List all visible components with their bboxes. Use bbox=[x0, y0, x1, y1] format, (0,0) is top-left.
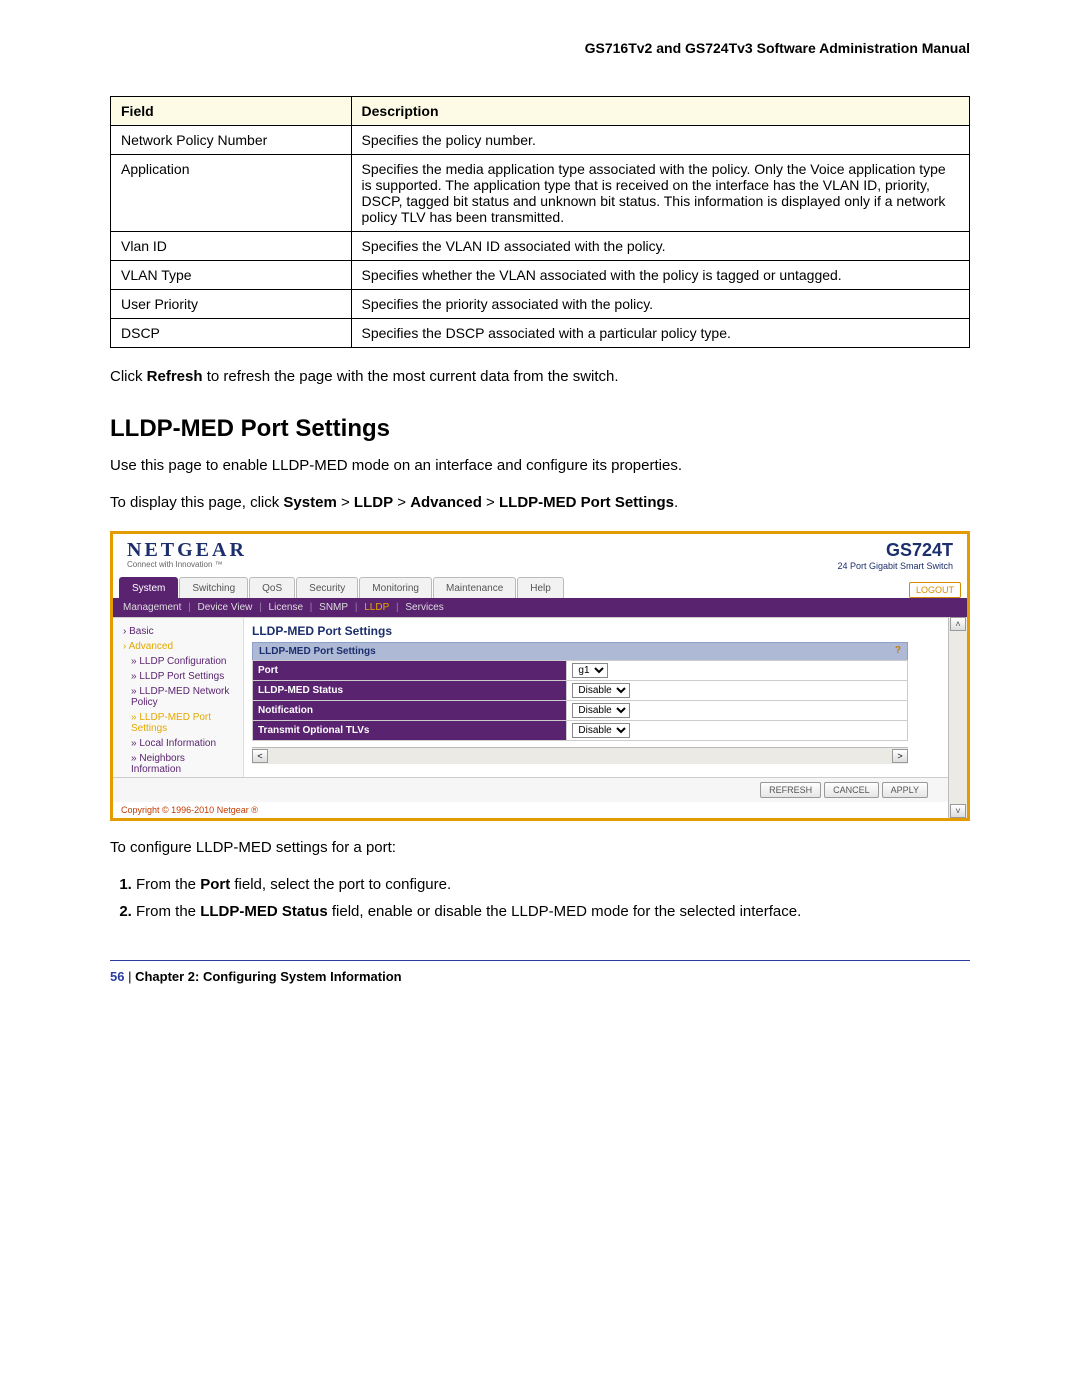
step-item: From the Port field, select the port to … bbox=[136, 876, 970, 893]
sidebar-item-advanced[interactable]: Advanced bbox=[113, 639, 243, 654]
th-field: Field bbox=[111, 97, 352, 126]
subtab-lldp[interactable]: LLDP bbox=[364, 602, 389, 613]
tab-maintenance[interactable]: Maintenance bbox=[433, 577, 516, 598]
setting-label: Notification bbox=[253, 701, 567, 721]
field-cell: User Priority bbox=[111, 290, 352, 319]
scroll-up-icon[interactable]: ˄ bbox=[950, 617, 966, 631]
vertical-scrollbar[interactable]: ˄ ˅ bbox=[948, 617, 967, 818]
tab-qos[interactable]: QoS bbox=[249, 577, 295, 598]
logout-button[interactable]: LOGOUT bbox=[909, 582, 961, 598]
setting-row: Notification Disable bbox=[253, 701, 908, 721]
subtab-management[interactable]: Management bbox=[123, 602, 181, 613]
setting-label: Transmit Optional TLVs bbox=[253, 721, 567, 741]
refresh-paragraph: Click Refresh to refresh the page with t… bbox=[110, 368, 970, 385]
field-cell: VLAN Type bbox=[111, 261, 352, 290]
setting-label: LLDP-MED Status bbox=[253, 681, 567, 701]
sidebar-item-local-information[interactable]: Local Information bbox=[113, 736, 243, 751]
table-row: Network Policy NumberSpecifies the polic… bbox=[111, 126, 970, 155]
subtab-services[interactable]: Services bbox=[405, 602, 443, 613]
subtab-snmp[interactable]: SNMP bbox=[319, 602, 348, 613]
table-row: DSCPSpecifies the DSCP associated with a… bbox=[111, 319, 970, 348]
copyright: Copyright © 1996-2010 Netgear ® bbox=[113, 802, 948, 818]
netgear-logo: NETGEAR bbox=[127, 540, 247, 560]
tab-security[interactable]: Security bbox=[296, 577, 358, 598]
horizontal-scrollbar[interactable]: < > bbox=[252, 747, 908, 764]
model-name: GS724T bbox=[837, 540, 953, 561]
transmit-optional-tlvs-select[interactable]: Disable bbox=[572, 723, 630, 738]
setting-row: LLDP-MED Status Disable bbox=[253, 681, 908, 701]
description-cell: Specifies whether the VLAN associated wi… bbox=[351, 261, 969, 290]
lldp-med-status-select[interactable]: Disable bbox=[572, 683, 630, 698]
intro-paragraph: Use this page to enable LLDP-MED mode on… bbox=[110, 457, 970, 474]
field-cell: DSCP bbox=[111, 319, 352, 348]
main-panel: LLDP-MED Port Settings LLDP-MED Port Set… bbox=[243, 618, 948, 777]
table-row: ApplicationSpecifies the media applicati… bbox=[111, 155, 970, 232]
tab-help[interactable]: Help bbox=[517, 577, 564, 598]
settings-box: LLDP-MED Port Settings ? Port g1 LLDP-MED … bbox=[252, 642, 908, 741]
step-item: From the LLDP-MED Status field, enable o… bbox=[136, 903, 970, 920]
footer-rule bbox=[110, 960, 970, 961]
scroll-left-icon[interactable]: < bbox=[252, 749, 268, 763]
description-cell: Specifies the VLAN ID associated with th… bbox=[351, 232, 969, 261]
table-row: Vlan IDSpecifies the VLAN ID associated … bbox=[111, 232, 970, 261]
field-cell: Vlan ID bbox=[111, 232, 352, 261]
model-subtitle: 24 Port Gigabit Smart Switch bbox=[837, 561, 953, 571]
description-cell: Specifies the DSCP associated with a par… bbox=[351, 319, 969, 348]
netgear-tagline: Connect with Innovation ™ bbox=[127, 560, 247, 569]
table-row: User PrioritySpecifies the priority asso… bbox=[111, 290, 970, 319]
tab-switching[interactable]: Switching bbox=[179, 577, 248, 598]
sidebar-item-lldp-med-port-settings[interactable]: LLDP-MED Port Settings bbox=[113, 710, 243, 736]
sidebar-item-lldp-med-network-policy[interactable]: LLDP-MED Network Policy bbox=[113, 684, 243, 710]
field-cell: Application bbox=[111, 155, 352, 232]
description-cell: Specifies the media application type ass… bbox=[351, 155, 969, 232]
scroll-right-icon[interactable]: > bbox=[892, 749, 908, 763]
sub-tabbar: Management | Device View | License | SNM… bbox=[113, 598, 967, 617]
setting-label: Port bbox=[253, 661, 567, 681]
footer: 56 | Chapter 2: Configuring System Infor… bbox=[110, 969, 970, 984]
sidebar-item-neighbors-information[interactable]: Neighbors Information bbox=[113, 751, 243, 777]
apply-button[interactable]: APPLY bbox=[882, 782, 928, 798]
th-description: Description bbox=[351, 97, 969, 126]
tab-system[interactable]: System bbox=[119, 577, 178, 598]
configure-paragraph: To configure LLDP-MED settings for a por… bbox=[110, 839, 970, 856]
panel-title: LLDP-MED Port Settings bbox=[244, 618, 948, 642]
subtab-device-view[interactable]: Device View bbox=[198, 602, 253, 613]
embedded-ui-screenshot: NETGEAR Connect with Innovation ™ GS724T… bbox=[110, 531, 970, 821]
cancel-button[interactable]: CANCEL bbox=[824, 782, 879, 798]
section-heading: LLDP-MED Port Settings bbox=[110, 415, 970, 443]
refresh-button[interactable]: REFRESH bbox=[760, 782, 821, 798]
sidebar-item-lldp-configuration[interactable]: LLDP Configuration bbox=[113, 654, 243, 669]
nav-path-paragraph: To display this page, click System > LLD… bbox=[110, 494, 970, 511]
setting-row: Transmit Optional TLVs Disable bbox=[253, 721, 908, 741]
doc-header: GS716Tv2 and GS724Tv3 Software Administr… bbox=[110, 40, 970, 56]
subtab-license[interactable]: License bbox=[269, 602, 303, 613]
action-button-row: REFRESHCANCELAPPLY bbox=[113, 777, 948, 802]
port-select[interactable]: g1 bbox=[572, 663, 608, 678]
main-tabbar: SystemSwitchingQoSSecurityMonitoringMain… bbox=[113, 573, 967, 598]
steps-list: From the Port field, select the port to … bbox=[110, 876, 970, 920]
table-row: VLAN TypeSpecifies whether the VLAN asso… bbox=[111, 261, 970, 290]
setting-row: Port g1 bbox=[253, 661, 908, 681]
scroll-down-icon[interactable]: ˅ bbox=[950, 804, 966, 818]
sidebar-item-basic[interactable]: Basic bbox=[113, 624, 243, 639]
notification-select[interactable]: Disable bbox=[572, 703, 630, 718]
description-cell: Specifies the priority associated with t… bbox=[351, 290, 969, 319]
settings-box-header: LLDP-MED Port Settings bbox=[259, 646, 376, 657]
field-cell: Network Policy Number bbox=[111, 126, 352, 155]
help-icon[interactable]: ? bbox=[895, 645, 901, 656]
sidebar: BasicAdvancedLLDP ConfigurationLLDP Port… bbox=[113, 618, 243, 777]
description-cell: Specifies the policy number. bbox=[351, 126, 969, 155]
field-description-table: Field Description Network Policy NumberS… bbox=[110, 96, 970, 348]
sidebar-item-lldp-port-settings[interactable]: LLDP Port Settings bbox=[113, 669, 243, 684]
tab-monitoring[interactable]: Monitoring bbox=[359, 577, 432, 598]
